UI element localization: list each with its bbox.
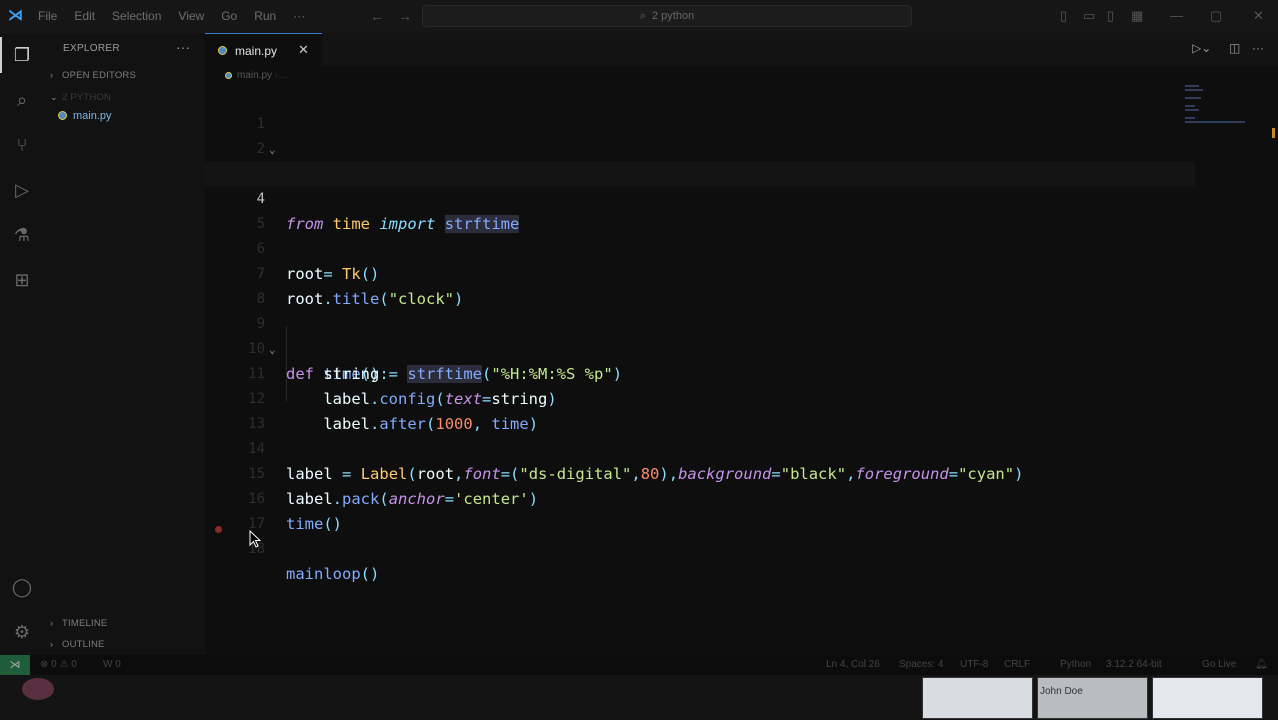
title-bar: ⋊ File Edit Selection View Go Run ··· ← →…	[0, 0, 1278, 33]
encoding-status[interactable]: UTF-8	[960, 659, 988, 670]
breakpoint-hint-icon[interactable]	[215, 526, 222, 533]
toggle-secondary-sidebar-icon[interactable]: ▯	[1107, 8, 1114, 24]
python-file-icon	[225, 72, 232, 79]
run-debug-icon[interactable]: ▷	[10, 178, 34, 202]
editor-area: main.py ✕ ▷⌄ ◫ ··· main.py ›… 1 ⌄ from t…	[205, 33, 1278, 655]
problems-status[interactable]: ⊗ 0 ⚠ 0	[40, 659, 77, 670]
python-file-icon	[58, 111, 67, 120]
scrollbar-marker	[1272, 128, 1275, 138]
mouse-cursor-icon	[249, 530, 261, 548]
code-line: 16 time()	[205, 462, 1195, 533]
run-python-file-icon[interactable]: ▷⌄	[1192, 41, 1211, 55]
menu-run[interactable]: Run	[254, 9, 276, 23]
back-arrow-icon[interactable]: ←	[370, 8, 384, 24]
search-icon[interactable]: ⌕	[10, 88, 34, 112]
command-center-search[interactable]: ⌕ 2 python	[422, 5, 912, 27]
ports-status[interactable]: W 0	[103, 659, 121, 670]
go-live-button[interactable]: Go Live	[1202, 659, 1236, 670]
file-item-main-py[interactable]: main.py	[58, 110, 112, 122]
chevron-right-icon: ›	[50, 618, 54, 628]
minimize-icon[interactable]: —	[1170, 8, 1183, 23]
code-line: 11 label.config(text=string)	[205, 337, 1195, 408]
cursor-position[interactable]: Ln 4, Col 26	[826, 659, 880, 670]
menu-file[interactable]: File	[38, 9, 57, 23]
menu-view[interactable]: View	[178, 9, 204, 23]
code-line: 17	[205, 487, 1195, 532]
code-line: 12 label.after(1000, time)	[205, 362, 1195, 433]
code-line-current: 4 from time import strftime	[205, 162, 1195, 233]
code-line: 1 ⌄ from tkinter import *	[205, 87, 1195, 183]
explorer-icon[interactable]: ❐	[0, 37, 34, 73]
activity-bar: ❐ ⌕ ⑂ ▷ ⚗ ⊞ ◯ ⚙	[0, 33, 44, 655]
code-line: 15 label.pack(anchor='center')	[205, 437, 1195, 508]
more-actions-icon[interactable]: ···	[176, 39, 190, 55]
language-mode[interactable]: Python	[1060, 659, 1091, 670]
testing-icon[interactable]: ⚗	[10, 223, 34, 247]
chevron-right-icon: ›	[50, 70, 54, 80]
toggle-sidebar-icon[interactable]: ▯	[1060, 8, 1067, 24]
menu-more[interactable]: ···	[293, 9, 305, 23]
thumbnail-window[interactable]	[1152, 677, 1263, 719]
explorer-title: EXPLORER	[63, 43, 120, 54]
code-line: 9 ⌄ def time():	[205, 287, 1195, 383]
video-overlay-bar: John Doe	[0, 675, 1278, 720]
avatar	[22, 678, 54, 700]
maximize-icon[interactable]: ▢	[1210, 8, 1222, 24]
split-editor-icon[interactable]: ◫	[1229, 41, 1240, 55]
code-line: 8	[205, 262, 1195, 307]
tab-bar: main.py ✕ ▷⌄ ◫ ···	[205, 33, 1278, 66]
chevron-down-icon: ⌄	[50, 92, 58, 102]
thumbnail-window[interactable]: John Doe	[1037, 677, 1148, 719]
code-line: 13	[205, 387, 1195, 432]
timeline-section[interactable]: › TIMELINE	[50, 618, 107, 629]
forward-arrow-icon[interactable]: →	[398, 8, 412, 24]
indentation-status[interactable]: Spaces: 4	[899, 659, 943, 670]
extensions-icon[interactable]: ⊞	[10, 268, 34, 292]
eol-status[interactable]: CRLF	[1004, 659, 1030, 670]
vscode-logo-icon: ⋊	[8, 7, 23, 24]
python-file-icon	[218, 46, 227, 55]
notifications-bell-icon[interactable]: 🔔︎	[1255, 659, 1268, 670]
python-interpreter[interactable]: 3.12.2 64-bit	[1106, 659, 1162, 670]
code-line: 14 label = Label(root,font=("ds-digital"…	[205, 412, 1195, 483]
more-actions-icon[interactable]: ···	[1252, 41, 1264, 55]
menu-edit[interactable]: Edit	[74, 9, 95, 23]
status-bar: ⋊ ⊗ 0 ⚠ 0 W 0 Ln 4, Col 26 Spaces: 4 UTF…	[0, 655, 1278, 675]
settings-gear-icon[interactable]: ⚙	[10, 620, 34, 644]
search-icon: ⌕	[639, 10, 646, 22]
tab-main-py[interactable]: main.py ✕	[205, 33, 322, 66]
outline-section[interactable]: › OUTLINE	[50, 639, 105, 650]
sidebar-bottom-sections: › TIMELINE › OUTLINE	[44, 608, 205, 655]
customize-layout-icon[interactable]: ▦	[1131, 8, 1143, 24]
toggle-panel-icon[interactable]: ▭	[1083, 8, 1095, 24]
menu-go[interactable]: Go	[221, 9, 237, 23]
minimap[interactable]	[1185, 85, 1265, 125]
close-tab-icon[interactable]: ✕	[298, 42, 309, 58]
code-line: 2 from tkinter.ttk import *	[205, 112, 1195, 183]
menu-bar: File Edit Selection View Go Run ···	[38, 9, 322, 23]
menu-selection[interactable]: Selection	[112, 9, 161, 23]
code-line: 6 root= Tk()	[205, 212, 1195, 283]
code-line: 18 mainloop()	[205, 512, 1195, 583]
code-line: 7 root.title("clock")	[205, 237, 1195, 308]
code-line: 5	[205, 187, 1195, 232]
chevron-right-icon: ›	[50, 639, 54, 649]
breadcrumb[interactable]: main.py ›…	[225, 70, 288, 81]
remote-indicator-icon[interactable]: ⋊	[0, 655, 30, 675]
code-line: 10 string = strftime("%H:%M:%S %p")	[205, 312, 1195, 383]
open-editors-section[interactable]: › OPEN EDITORS	[50, 70, 136, 81]
close-window-icon[interactable]: ✕	[1253, 8, 1264, 24]
explorer-sidebar: EXPLORER ··· › OPEN EDITORS ⌄ 2 PYTHON mai…	[44, 33, 206, 655]
thumbnail-window[interactable]	[922, 677, 1033, 719]
code-line: 3	[205, 137, 1195, 182]
folder-section[interactable]: ⌄ 2 PYTHON	[50, 92, 111, 103]
search-text: 2 python	[651, 10, 695, 22]
source-control-icon[interactable]: ⑂	[10, 133, 34, 157]
account-icon[interactable]: ◯	[10, 575, 34, 599]
